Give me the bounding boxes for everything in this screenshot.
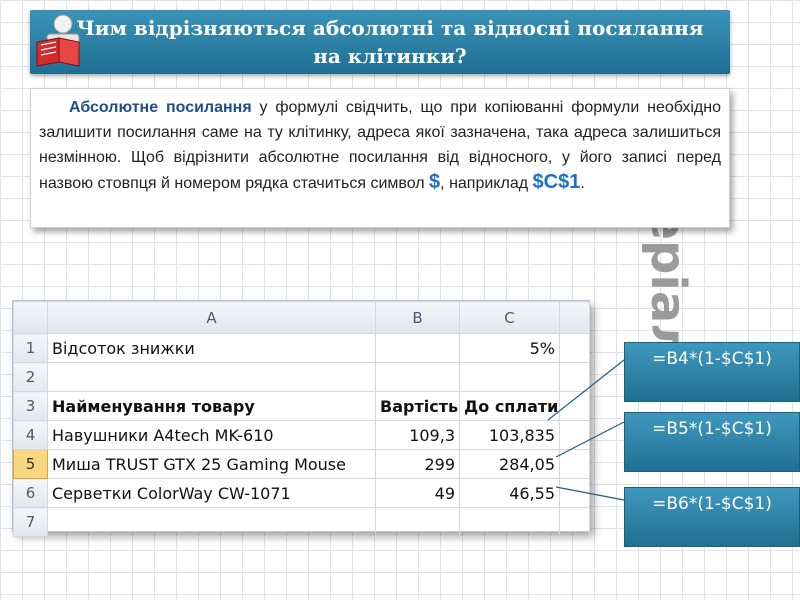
row-header-active[interactable]: 5 [13,449,48,479]
row-header[interactable]: 1 [13,333,48,363]
formula-box-b5: =B5*(1-$C$1) [624,412,800,472]
table-row: 5 Миша TRUST GTX 25 Gaming Mouse 299 284… [13,449,590,479]
spreadsheet-grid: A B C 1 Відсоток знижки 5% 2 3 Найменува… [13,301,590,537]
table-row: 6 Серветки ColorWay CW-1071 49 46,55 [13,478,590,508]
row-header[interactable]: 2 [13,362,48,392]
definition-term: Абсолютне посилання [69,99,252,116]
formula-box-b6: =B6*(1-$C$1) [624,487,800,547]
cell-d3[interactable] [559,391,590,421]
cell-d2[interactable] [559,362,590,392]
row-header[interactable]: 4 [13,420,48,450]
cell-d6[interactable] [559,478,590,508]
dollar-symbol: $ [429,171,441,193]
cell-a2[interactable] [47,362,376,392]
table-row: 1 Відсоток знижки 5% [13,333,590,363]
cell-d5[interactable] [559,449,590,479]
table-row: 2 [13,362,590,392]
column-header-a[interactable]: A [47,301,376,334]
column-header-empty[interactable] [559,301,590,334]
column-header-b[interactable]: B [375,301,460,334]
cell-d7[interactable] [559,507,590,537]
definition-text-3: . [580,175,585,192]
cell-a7[interactable] [47,507,376,537]
cell-a3[interactable]: Найменування товару [47,391,376,421]
column-header-row: A B C [13,301,590,334]
title-bar: Чим відрізняються абсолютні та відносні … [30,10,730,74]
definition-box: Абсолютне посилання у формулі свідчить, … [30,88,730,228]
select-all-corner[interactable] [13,301,48,334]
definition-text-2: , наприклад [440,175,533,192]
cell-b5[interactable]: 299 [375,449,460,479]
row-header[interactable]: 7 [13,507,48,537]
cell-c7[interactable] [459,507,560,537]
spreadsheet: A B C 1 Відсоток знижки 5% 2 3 Найменува… [12,300,590,537]
page-title: Чим відрізняються абсолютні та відносні … [76,16,704,68]
table-row: 7 [13,507,590,537]
cell-b2[interactable] [375,362,460,392]
cell-b3[interactable]: Вартість [375,391,460,421]
row-header[interactable]: 6 [13,478,48,508]
cell-c6[interactable]: 46,55 [459,478,560,508]
cell-c2[interactable] [459,362,560,392]
cell-d1[interactable] [559,333,590,363]
cell-a5[interactable]: Миша TRUST GTX 25 Gaming Mouse [47,449,376,479]
cell-d4[interactable] [559,420,590,450]
cell-a4[interactable]: Навушники A4tech MK-610 [47,420,376,450]
cell-b4[interactable]: 109,3 [375,420,460,450]
table-row: 3 Найменування товару Вартість До сплати [13,391,590,421]
cell-a6[interactable]: Серветки ColorWay CW-1071 [47,478,376,508]
example-reference: $C$1 [532,171,581,193]
formula-box-b4: =B4*(1-$C$1) [624,342,800,402]
cell-c5[interactable]: 284,05 [459,449,560,479]
table-row: 4 Навушники A4tech MK-610 109,3 103,835 [13,420,590,450]
cell-a1[interactable]: Відсоток знижки [47,333,376,363]
row-header[interactable]: 3 [13,391,48,421]
cell-c1[interactable]: 5% [459,333,560,363]
cell-b6[interactable]: 49 [375,478,460,508]
cell-b7[interactable] [375,507,460,537]
book-icon [36,14,80,67]
cell-c4[interactable]: 103,835 [459,420,560,450]
cell-b1[interactable] [375,333,460,363]
cell-c3[interactable]: До сплати [459,391,560,421]
column-header-c[interactable]: C [459,301,560,334]
